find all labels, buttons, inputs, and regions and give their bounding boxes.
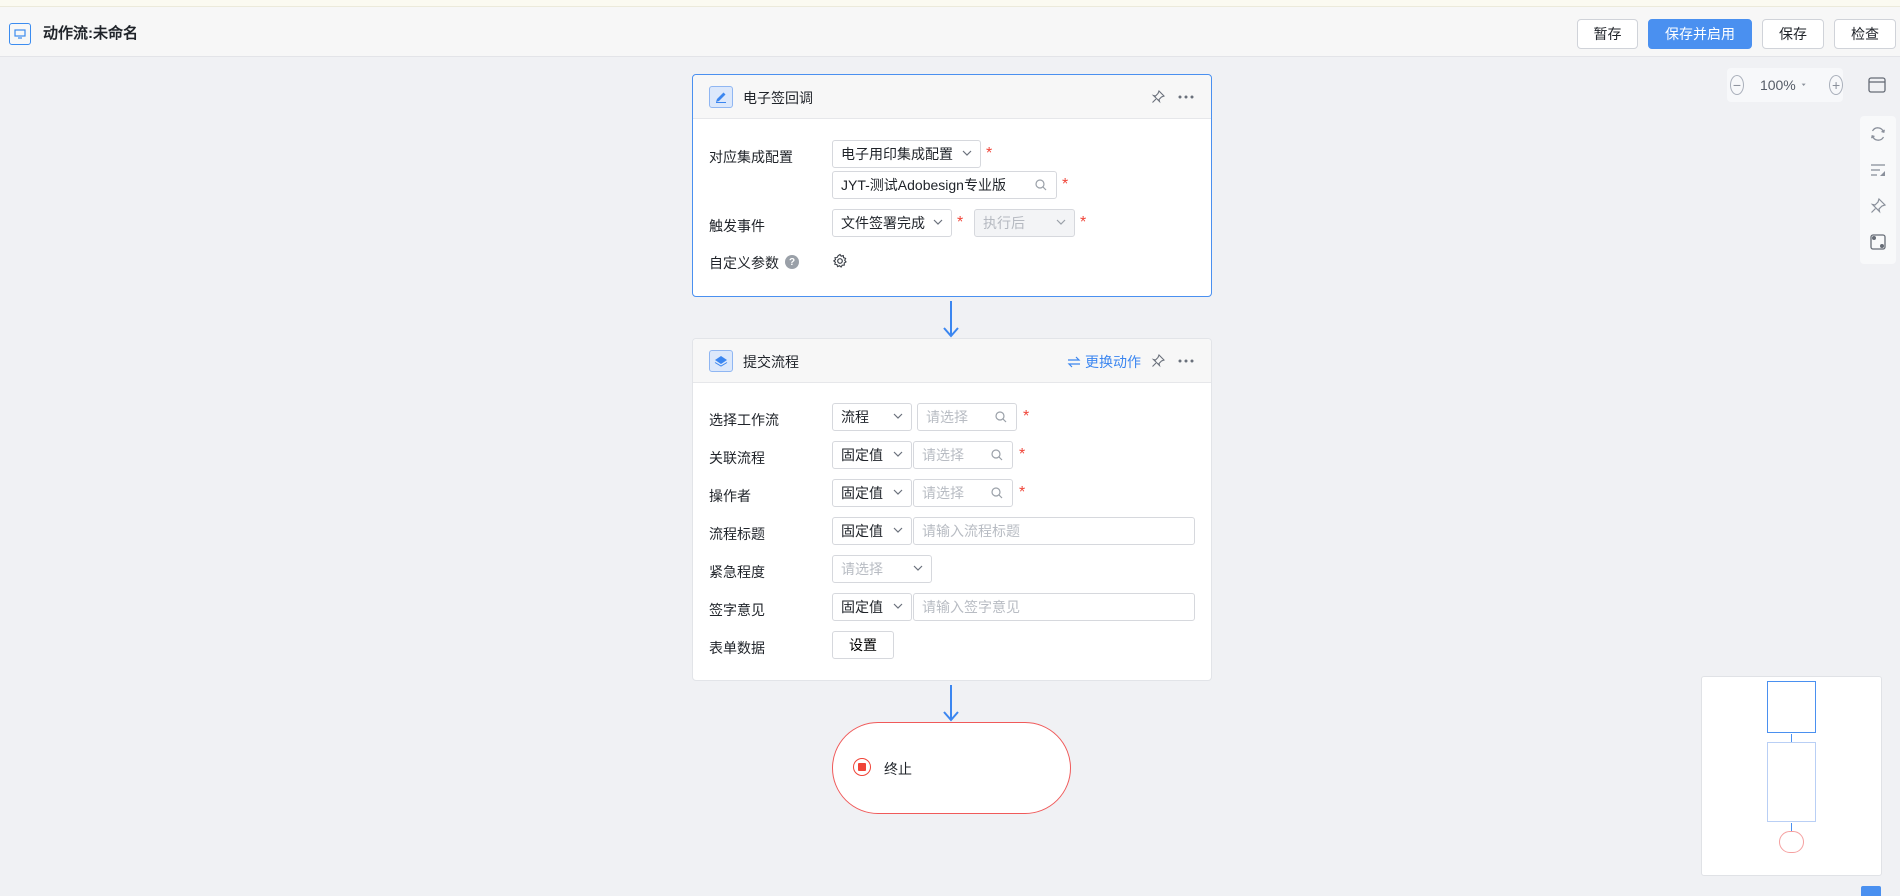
- gear-icon[interactable]: [832, 253, 848, 269]
- node-esign-title: 电子签回调: [743, 90, 813, 106]
- save-enable-button[interactable]: 保存并启用: [1648, 19, 1752, 49]
- check-button[interactable]: 检查: [1834, 19, 1896, 49]
- chevron-down-icon: [893, 527, 903, 533]
- custom-params-label: 自定义参数: [709, 255, 779, 271]
- search-icon: [991, 449, 1003, 461]
- minimap-end-node: [1779, 831, 1804, 853]
- node-more-icon[interactable]: [1177, 88, 1195, 106]
- required-mark: *: [1062, 176, 1069, 193]
- zoom-toolbar: − 100% +: [1727, 68, 1843, 102]
- flow-title-type-select[interactable]: 固定值: [832, 517, 912, 545]
- page-title: 动作流:未命名: [43, 25, 138, 42]
- related-flow-input[interactable]: 请选择: [913, 441, 1013, 469]
- minimap-node: [1767, 681, 1816, 733]
- chevron-down-icon: [893, 413, 903, 419]
- search-icon: [995, 411, 1007, 423]
- required-mark: *: [1019, 446, 1026, 463]
- integration-label: 对应集成配置: [709, 149, 793, 165]
- help-icon[interactable]: ?: [785, 255, 799, 269]
- swap-icon: [1067, 356, 1081, 368]
- chevron-down-icon: [893, 489, 903, 495]
- chevron-down-icon: [893, 451, 903, 457]
- trigger-label: 触发事件: [709, 218, 765, 234]
- top-strip: [0, 0, 1900, 7]
- node-submit-title: 提交流程: [743, 354, 799, 370]
- operator-label: 操作者: [709, 488, 751, 504]
- required-mark: *: [1023, 408, 1030, 425]
- urgency-label: 紧急程度: [709, 564, 765, 580]
- minimap-connector: [1791, 823, 1792, 831]
- trigger-timing-select[interactable]: 执行后: [974, 209, 1075, 237]
- flow-title-label: 流程标题: [709, 526, 765, 542]
- end-node[interactable]: 终止: [832, 722, 1071, 814]
- zoom-dropdown-icon[interactable]: [1801, 82, 1806, 88]
- node-esign-callback[interactable]: 电子签回调 对应集成配置 电子用印集成配置 * JYT-测试Adobesign专…: [692, 74, 1212, 297]
- draft-button[interactable]: 暂存: [1577, 19, 1638, 49]
- replace-action-link[interactable]: 更换动作: [1067, 352, 1141, 372]
- node-pin-icon[interactable]: [1149, 352, 1167, 370]
- minimap-toggle-icon[interactable]: [1861, 886, 1881, 896]
- integration-type-select[interactable]: 电子用印集成配置: [832, 140, 981, 168]
- related-flow-type-select[interactable]: 固定值: [832, 441, 912, 469]
- zoom-level[interactable]: 100%: [1760, 77, 1796, 93]
- required-mark: *: [957, 214, 964, 231]
- flow-title-input[interactable]: 请输入流程标题: [913, 517, 1195, 545]
- required-mark: *: [986, 145, 993, 162]
- stop-icon: [853, 758, 871, 776]
- esign-icon: [709, 86, 733, 108]
- chevron-down-icon: [1056, 219, 1066, 225]
- related-flow-label: 关联流程: [709, 450, 765, 466]
- node-pin-icon[interactable]: [1149, 88, 1167, 106]
- align-icon[interactable]: [1868, 160, 1888, 180]
- node-submit-flow[interactable]: 提交流程 更换动作 选择工作流 流程 请选择 * 关联流程 固定值 请选择 * …: [692, 338, 1212, 681]
- minimap[interactable]: [1701, 676, 1882, 876]
- opinion-label: 签字意见: [709, 602, 765, 618]
- workflow-type-select[interactable]: 流程: [832, 403, 912, 431]
- minimap-node: [1767, 742, 1816, 822]
- workflow-label: 选择工作流: [709, 412, 779, 428]
- layout-icon[interactable]: [1868, 232, 1888, 252]
- required-mark: *: [1019, 484, 1026, 501]
- arrow-down-icon: [943, 711, 959, 722]
- flow-app-icon: [9, 23, 31, 45]
- form-data-set-button[interactable]: 设置: [832, 631, 894, 659]
- chevron-down-icon: [933, 219, 943, 225]
- operator-input[interactable]: 请选择: [913, 479, 1013, 507]
- trigger-event-select[interactable]: 文件签署完成: [832, 209, 952, 237]
- zoom-out-icon[interactable]: −: [1730, 75, 1744, 95]
- integration-value-input[interactable]: JYT-测试Adobesign专业版: [832, 171, 1057, 199]
- side-toolbar: [1860, 116, 1896, 264]
- arrow-down-icon: [943, 327, 959, 338]
- search-icon: [1035, 179, 1047, 191]
- required-mark: *: [1080, 214, 1087, 231]
- node-esign-header: 电子签回调: [693, 75, 1211, 119]
- submit-flow-icon: [709, 350, 733, 372]
- node-more-icon[interactable]: [1177, 352, 1195, 370]
- minimap-connector: [1791, 734, 1792, 742]
- node-submit-header: 提交流程 更换动作: [693, 339, 1211, 383]
- refresh-icon[interactable]: [1868, 124, 1888, 144]
- pin-icon[interactable]: [1868, 196, 1888, 216]
- end-node-label: 终止: [884, 761, 912, 777]
- urgency-select[interactable]: 请选择: [832, 555, 932, 583]
- chevron-down-icon: [962, 150, 972, 156]
- workflow-select-input[interactable]: 请选择: [917, 403, 1017, 431]
- opinion-input[interactable]: 请输入签字意见: [913, 593, 1195, 621]
- zoom-in-icon[interactable]: +: [1829, 75, 1843, 95]
- operator-type-select[interactable]: 固定值: [832, 479, 912, 507]
- save-button[interactable]: 保存: [1762, 19, 1824, 49]
- header-bar: 动作流:未命名 暂存 保存并启用 保存 检查: [0, 7, 1900, 57]
- chevron-down-icon: [913, 565, 923, 571]
- opinion-type-select[interactable]: 固定值: [832, 593, 912, 621]
- form-data-label: 表单数据: [709, 640, 765, 656]
- chevron-down-icon: [893, 603, 903, 609]
- fullscreen-icon[interactable]: [1862, 71, 1892, 99]
- search-icon: [991, 487, 1003, 499]
